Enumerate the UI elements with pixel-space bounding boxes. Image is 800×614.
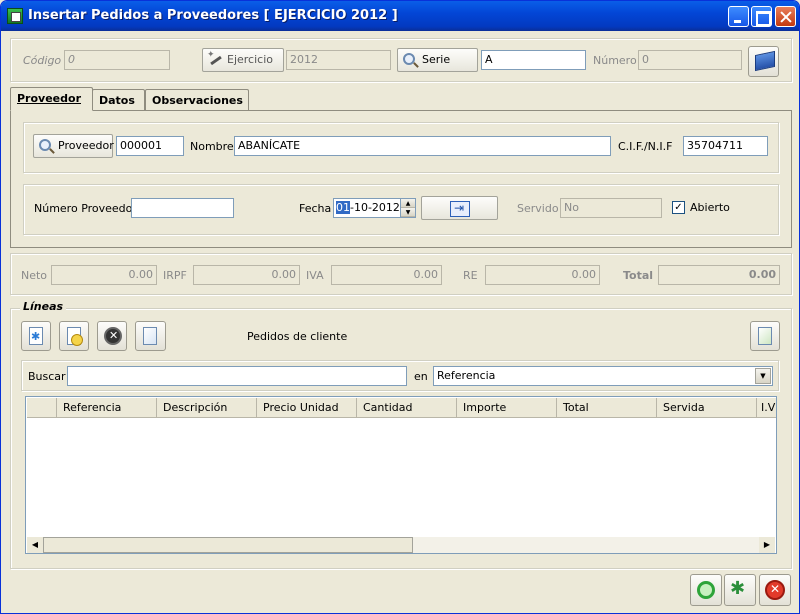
- serie-button-label: Serie: [422, 53, 451, 66]
- new-doc-button[interactable]: [750, 321, 780, 351]
- fecha-day-selected: 01: [336, 201, 350, 214]
- spin-up-icon[interactable]: ▲: [401, 199, 415, 208]
- maximize-button[interactable]: [751, 6, 772, 27]
- column-header[interactable]: Referencia: [57, 398, 157, 418]
- column-header[interactable]: Descripción: [157, 398, 257, 418]
- new-doc-icon: [758, 327, 772, 345]
- delete-line-button[interactable]: [97, 321, 127, 351]
- tab-proveedor-label: Proveedor: [17, 92, 81, 105]
- app-icon[interactable]: [7, 8, 23, 24]
- proveedor-code-field[interactable]: 000001: [116, 136, 184, 156]
- tab-datos-label: Datos: [99, 94, 135, 107]
- iva-label: IVA: [306, 269, 324, 282]
- abierto-label: Abierto: [690, 201, 730, 214]
- cif-field[interactable]: 35704711: [683, 136, 768, 156]
- en-select[interactable]: Referencia ▼: [433, 366, 773, 386]
- chevron-down-icon[interactable]: ▼: [755, 368, 771, 384]
- fecha-spinner[interactable]: ▲ ▼: [400, 198, 416, 218]
- calendar-button[interactable]: [421, 196, 498, 220]
- iva-field[interactable]: 0.00: [331, 265, 442, 285]
- scroll-left-icon[interactable]: ◀: [27, 537, 43, 553]
- save-new-button[interactable]: ✱: [724, 574, 756, 606]
- search-icon: [39, 139, 51, 151]
- title-bar[interactable]: Insertar Pedidos a Proveedores [ EJERCIC…: [1, 1, 799, 31]
- search-icon: [403, 53, 415, 65]
- en-select-value: Referencia: [437, 369, 496, 382]
- neto-field[interactable]: 0.00: [51, 265, 157, 285]
- codigo-field[interactable]: 0: [64, 50, 170, 70]
- irpf-label: IRPF: [163, 269, 187, 282]
- column-header[interactable]: Servida: [657, 398, 757, 418]
- add-line-icon: [29, 327, 43, 345]
- tab-observaciones[interactable]: Observaciones: [145, 89, 249, 111]
- total-field[interactable]: 0.00: [658, 265, 780, 285]
- fecha-rest: -10-2012: [350, 201, 400, 214]
- column-header[interactable]: Precio Unidad: [257, 398, 357, 418]
- buscar-label: Buscar: [28, 370, 66, 383]
- ejercicio-button-label: Ejercicio: [227, 53, 273, 66]
- calendar-icon: [450, 201, 470, 217]
- row-selector-header: [27, 398, 57, 418]
- add-line-button[interactable]: [21, 321, 51, 351]
- scroll-right-icon[interactable]: ▶: [759, 537, 775, 553]
- tab-proveedor[interactable]: Proveedor: [10, 87, 93, 111]
- re-field[interactable]: 0.00: [485, 265, 600, 285]
- cancel-button[interactable]: [759, 574, 791, 606]
- minimize-button[interactable]: [728, 6, 749, 27]
- en-label: en: [414, 370, 428, 383]
- servido-field[interactable]: No: [560, 198, 662, 218]
- cancel-icon: [765, 580, 785, 600]
- window: Insertar Pedidos a Proveedores [ EJERCIC…: [0, 0, 800, 614]
- numero-proveedor-field[interactable]: [131, 198, 234, 218]
- save-new-icon: ✱: [730, 578, 746, 599]
- fecha-field[interactable]: 01-10-2012: [333, 198, 401, 218]
- numero-label: Número: [593, 54, 637, 67]
- lineas-legend: Líneas: [20, 300, 67, 313]
- serie-button[interactable]: Serie: [397, 48, 478, 72]
- re-label: RE: [463, 269, 478, 282]
- accept-icon: [697, 581, 715, 599]
- tab-datos[interactable]: Datos: [92, 89, 145, 111]
- servido-label: Servido: [517, 202, 559, 215]
- irpf-field[interactable]: 0.00: [193, 265, 300, 285]
- delete-line-icon: [104, 327, 122, 345]
- edit-line-icon: [67, 327, 83, 346]
- paste-line-button[interactable]: [135, 321, 166, 351]
- accept-button[interactable]: [690, 574, 722, 606]
- abierto-checkbox[interactable]: ✓: [672, 201, 685, 214]
- serie-field[interactable]: A: [481, 50, 586, 70]
- numero-proveedor-label: Número Proveedor: [34, 202, 137, 215]
- window-title: Insertar Pedidos a Proveedores [ EJERCIC…: [28, 8, 398, 23]
- nombre-field[interactable]: ABANÍCATE: [234, 136, 611, 156]
- ejercicio-button[interactable]: Ejercicio: [202, 48, 284, 72]
- codigo-label: Código: [23, 54, 62, 67]
- tab-observaciones-label: Observaciones: [152, 94, 243, 107]
- column-header[interactable]: Total: [557, 398, 657, 418]
- total-label: Total: [623, 269, 654, 282]
- column-header[interactable]: Importe: [457, 398, 557, 418]
- pedidos-cliente-label: Pedidos de cliente: [247, 330, 348, 343]
- proveedor-button[interactable]: Proveedor: [33, 134, 114, 158]
- column-header[interactable]: I.V: [757, 398, 776, 418]
- paste-line-icon: [143, 327, 157, 345]
- proveedor-button-label: Proveedor: [58, 139, 114, 152]
- fecha-label: Fecha: [299, 202, 332, 215]
- print-button[interactable]: [748, 46, 779, 77]
- print-icon: [755, 50, 775, 72]
- nombre-label: Nombre: [190, 140, 234, 153]
- ejercicio-field[interactable]: 2012: [286, 50, 391, 70]
- close-window-button[interactable]: [775, 6, 796, 27]
- numero-field[interactable]: 0: [638, 50, 742, 70]
- buscar-input[interactable]: [67, 366, 407, 386]
- lines-table[interactable]: Referencia Descripción Precio Unidad Can…: [25, 396, 777, 554]
- cif-label: C.I.F./N.I.F: [618, 140, 673, 153]
- horizontal-scrollbar[interactable]: ◀ ▶: [27, 537, 775, 553]
- edit-line-button[interactable]: [59, 321, 89, 351]
- neto-label: Neto: [21, 269, 48, 282]
- scrollbar-thumb[interactable]: [43, 537, 413, 553]
- column-header[interactable]: Cantidad: [357, 398, 457, 418]
- spin-down-icon[interactable]: ▼: [401, 208, 415, 217]
- wand-icon: [207, 50, 222, 66]
